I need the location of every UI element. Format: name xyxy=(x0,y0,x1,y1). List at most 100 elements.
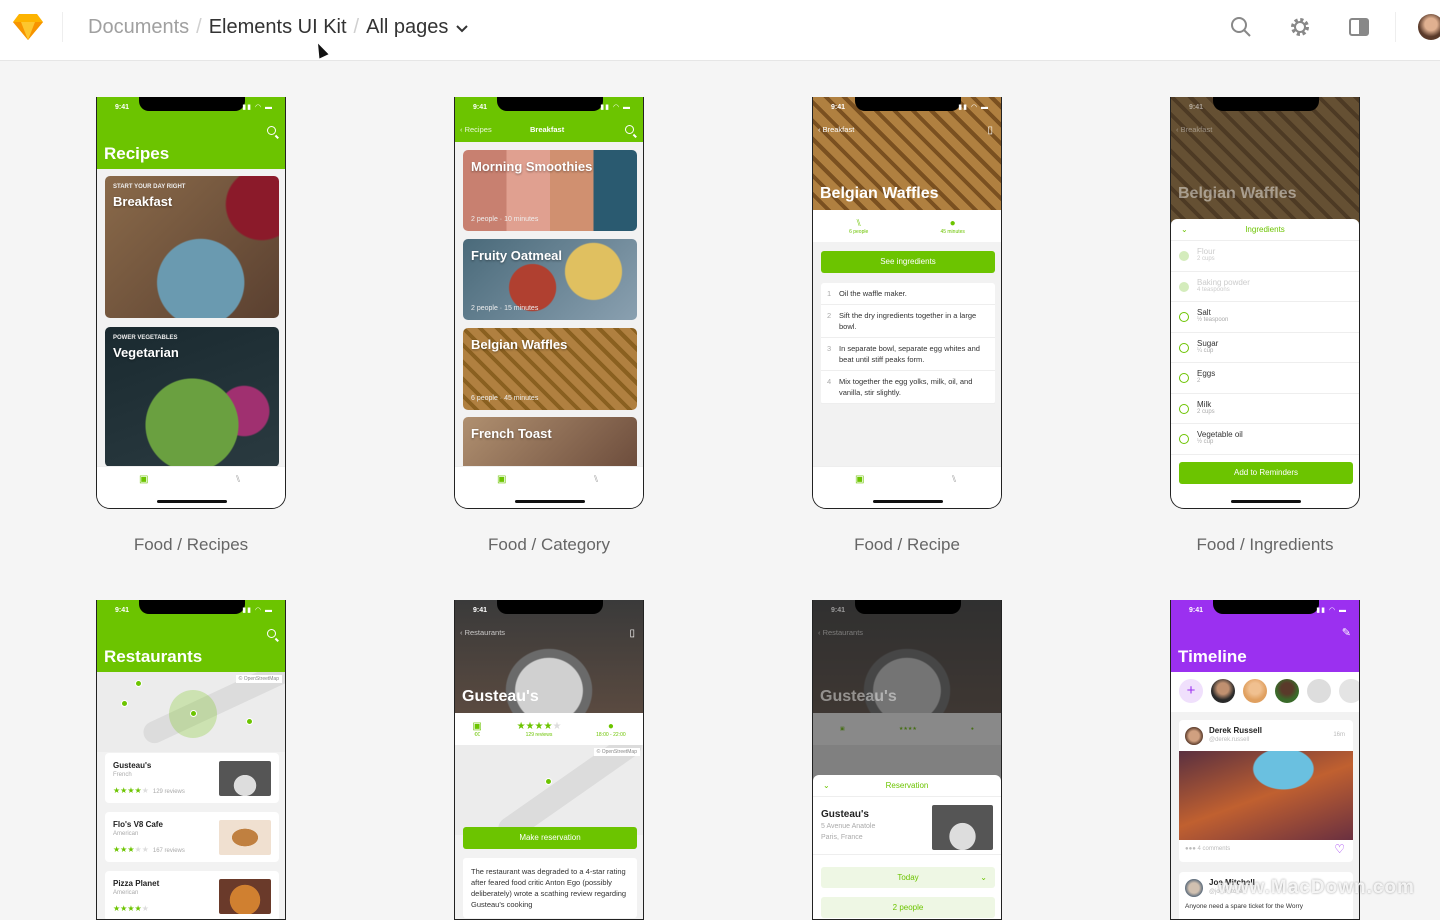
post-author[interactable]: Derek Russell xyxy=(1209,726,1262,735)
gear-icon[interactable] xyxy=(1289,16,1311,38)
restaurant-photo xyxy=(932,805,993,850)
artboard-restaurant-detail[interactable]: 9:41 ‹ Restaurants ▯ Gusteau's ▣ €€ ★★★★★… xyxy=(454,600,644,920)
see-ingredients-button[interactable]: See ingredients xyxy=(821,251,995,273)
map-pin[interactable] xyxy=(121,700,128,707)
sketch-logo[interactable] xyxy=(12,13,44,41)
card-morning-smoothies[interactable]: Morning Smoothies 2 people · 10 minutes xyxy=(463,150,637,231)
recipe-stats: ⑊ 6 people ● 45 minutes xyxy=(813,210,1001,242)
heart-icon[interactable]: ♡ xyxy=(1334,842,1345,856)
checkbox[interactable] xyxy=(1179,342,1189,353)
story-avatar[interactable] xyxy=(1307,679,1331,703)
compose-icon[interactable]: ✎ xyxy=(1342,626,1351,639)
reviews-count: 129 reviews xyxy=(152,789,185,795)
breadcrumb-document[interactable]: Elements UI Kit xyxy=(209,16,347,39)
ingredient-item[interactable]: Flour 2 cups xyxy=(1171,241,1359,272)
book-icon[interactable]: ▣ xyxy=(139,474,148,485)
ingredient-item[interactable]: Salt ½ teaspoon xyxy=(1171,302,1359,333)
map[interactable]: © OpenStreetMap xyxy=(455,745,643,835)
ingredient-item[interactable]: Sugar ¼ cup xyxy=(1171,333,1359,363)
map-pin[interactable] xyxy=(246,718,253,725)
fork-knife-icon[interactable]: ⑊ xyxy=(235,474,241,485)
ingredient-item[interactable]: Vegetable oil ½ cup xyxy=(1171,424,1359,455)
artboard-food-recipe[interactable]: 9:41 ▮▮ ◠ ▬ ‹ Breakfast ▯ Belgian Waffle… xyxy=(812,97,1002,509)
clock-icon: ● xyxy=(949,217,956,229)
people-value: 6 people xyxy=(849,228,869,235)
restaurant-card[interactable]: Flo's V8 Cafe American ★★★★★ 167 reviews xyxy=(105,812,279,862)
card-belgian-waffles[interactable]: Belgian Waffles 6 people · 45 minutes xyxy=(463,328,637,410)
book-icon[interactable]: ▣ xyxy=(497,474,506,485)
artboard-reservation[interactable]: ▣★★★★● 9:41 ‹ Restaurants Gusteau's ⌄Res… xyxy=(812,600,1002,920)
ingredient-qty: ½ teaspoon xyxy=(1197,317,1229,323)
map-pin[interactable] xyxy=(135,680,142,687)
checkbox[interactable] xyxy=(1179,403,1189,414)
back-label: Breakfast xyxy=(1180,125,1213,134)
back-button[interactable]: ‹ Breakfast xyxy=(818,125,854,134)
fork-knife-icon[interactable]: ⑊ xyxy=(593,474,599,485)
story-avatar[interactable] xyxy=(1211,679,1235,703)
post-image[interactable] xyxy=(1179,751,1353,840)
post-card[interactable]: Derek Russell @derek.russell 16m ●●● 4 c… xyxy=(1179,720,1353,862)
artboard-label[interactable]: Food / Ingredients xyxy=(1170,535,1360,555)
checkbox[interactable] xyxy=(1179,281,1189,292)
search-icon[interactable] xyxy=(625,125,634,134)
artboard-label[interactable]: Food / Category xyxy=(454,535,644,555)
step-number: 1 xyxy=(827,289,832,298)
add-to-reminders-button[interactable]: Add to Reminders xyxy=(1179,462,1353,484)
restaurant-card[interactable]: Pizza Planet American ★★★★★ xyxy=(105,871,279,919)
search-icon[interactable] xyxy=(267,126,276,135)
status-time: 9:41 xyxy=(831,607,846,614)
add-story-button[interactable]: + xyxy=(1179,679,1203,703)
back-button[interactable]: ‹ Recipes xyxy=(460,125,492,134)
guests-stepper[interactable]: 2 people xyxy=(821,897,995,918)
artboard-label[interactable]: Food / Recipe xyxy=(812,535,1002,555)
ingredient-item[interactable]: Milk 2 cups xyxy=(1171,394,1359,424)
back-button[interactable]: ‹ Breakfast xyxy=(1176,125,1212,134)
checkbox[interactable] xyxy=(1179,251,1189,261)
restaurant-photo xyxy=(219,820,271,855)
comments[interactable]: ●●● 4 comments xyxy=(1185,846,1230,852)
story-avatar[interactable] xyxy=(1339,679,1359,703)
chevron-down-icon[interactable]: ⌄ xyxy=(823,775,830,797)
tab-bar: ▣ ⑊ xyxy=(97,466,285,508)
artboard-restaurants[interactable]: 9:41 ▮▮ ◠ ▬ Restaurants © OpenStreetMap … xyxy=(96,600,286,920)
current-location-pin[interactable] xyxy=(190,710,197,717)
ingredient-item[interactable]: Eggs 2 xyxy=(1171,363,1359,394)
story-avatar[interactable] xyxy=(1243,679,1267,703)
back-button[interactable]: ‹ Restaurants xyxy=(460,628,505,637)
page-selector[interactable]: All pages xyxy=(366,16,448,39)
card-vegetarian[interactable]: POWER VEGETABLES Vegetarian xyxy=(105,327,279,467)
user-avatar[interactable] xyxy=(1418,14,1440,40)
checkbox[interactable] xyxy=(1179,434,1189,444)
artboard-food-recipes[interactable]: 9:41 ▮▮ ◠ ▬ Recipes START YOUR DAY RIGHT… xyxy=(96,97,286,509)
artboard-food-ingredients[interactable]: 9:41 ‹ Breakfast Belgian Waffles ⌄ Ingred… xyxy=(1170,97,1360,509)
card-fruity-oatmeal[interactable]: Fruity Oatmeal 2 people · 15 minutes xyxy=(463,239,637,320)
card-title: Belgian Waffles xyxy=(471,337,568,352)
bookmark-icon[interactable]: ▯ xyxy=(629,628,635,639)
breadcrumb-documents[interactable]: Documents xyxy=(88,16,189,39)
back-button[interactable]: ‹ Restaurants xyxy=(818,628,863,637)
bookmark-icon[interactable]: ▯ xyxy=(987,125,993,136)
artboard-label[interactable]: Food / Recipes xyxy=(96,535,286,555)
story-avatar[interactable] xyxy=(1275,679,1299,703)
search-icon[interactable] xyxy=(1230,16,1252,38)
artboard-food-category[interactable]: 9:41 ▮▮ ◠ ▬ ‹ Recipes Breakfast Morning … xyxy=(454,97,644,509)
chevron-down-icon[interactable] xyxy=(455,23,469,33)
fork-knife-icon[interactable]: ⑊ xyxy=(951,474,957,485)
card-breakfast[interactable]: START YOUR DAY RIGHT Breakfast xyxy=(105,176,279,318)
book-icon[interactable]: ▣ xyxy=(855,474,864,485)
artboard-timeline[interactable]: 9:41 ▮▮ ◠ ▬ ✎ Timeline + Derek Russell @… xyxy=(1170,600,1360,920)
checkbox[interactable] xyxy=(1179,312,1189,322)
ingredient-item[interactable]: Baking powder 4 teaspoons xyxy=(1171,272,1359,302)
chevron-down-icon[interactable]: ⌄ xyxy=(1181,219,1188,241)
reviews-value: 129 reviews xyxy=(525,731,553,738)
search-icon[interactable] xyxy=(267,629,276,638)
checkbox[interactable] xyxy=(1179,373,1189,383)
comments-count: 4 comments xyxy=(1197,846,1231,852)
map-pin[interactable] xyxy=(545,778,552,785)
sidebar-toggle-icon[interactable] xyxy=(1348,16,1370,38)
map[interactable]: © OpenStreetMap xyxy=(97,672,285,752)
make-reservation-button[interactable]: Make reservation xyxy=(463,827,637,849)
date-select[interactable]: Today ⌄ xyxy=(821,867,995,888)
restaurant-name: Gusteau's xyxy=(113,761,152,770)
restaurant-card[interactable]: Gusteau's French ★★★★★ 129 reviews xyxy=(105,753,279,803)
